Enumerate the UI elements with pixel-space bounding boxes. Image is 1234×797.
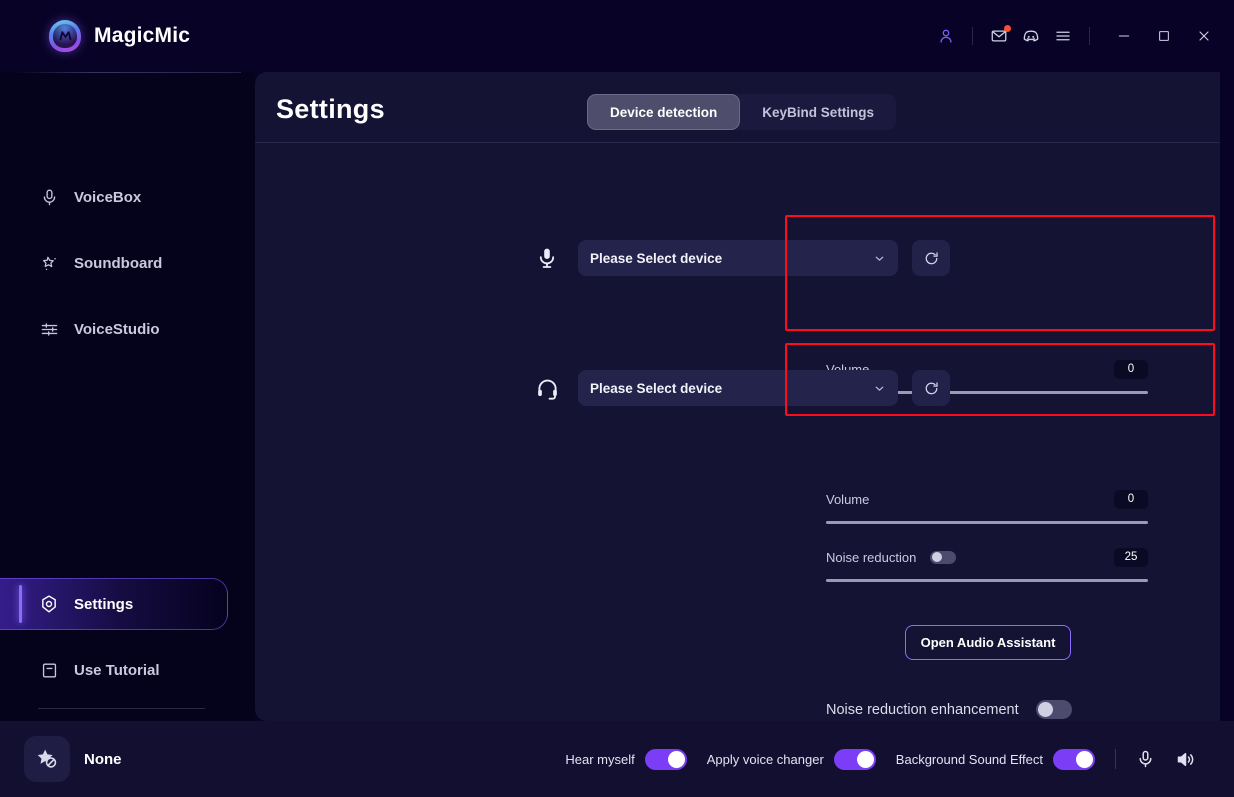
headphone-refresh-button[interactable] <box>912 370 950 406</box>
maximize-icon[interactable] <box>1148 20 1180 52</box>
hear-myself-label: Hear myself <box>565 752 634 767</box>
close-icon[interactable] <box>1188 20 1220 52</box>
person-icon[interactable] <box>930 20 962 52</box>
magicmic-logo-icon <box>49 20 81 52</box>
sidebar-item-settings[interactable]: Settings <box>0 578 228 630</box>
headphone-device-row: Please Select device <box>530 370 950 406</box>
titlebar-actions <box>930 20 1220 52</box>
hear-myself-toggle[interactable] <box>645 749 687 770</box>
toggle-knob <box>668 751 685 768</box>
book-icon <box>38 661 60 680</box>
microphone-device-select[interactable]: Please Select device <box>578 240 898 276</box>
gear-hex-icon <box>38 594 60 614</box>
microphone-device-value: Please Select device <box>590 251 722 266</box>
sidebar-item-label: VoiceStudio <box>74 321 160 338</box>
hamburger-menu-icon[interactable] <box>1047 20 1079 52</box>
sidebar: VoiceBox Soundboard <box>0 72 255 721</box>
settings-panel: Settings Device detection KeyBind Settin… <box>255 72 1220 721</box>
headphone-device-select[interactable]: Please Select device <box>578 370 898 406</box>
microphone-volume-value: 0 <box>1114 360 1148 379</box>
microphone-icon[interactable] <box>1130 744 1160 774</box>
background-sound-effect-control[interactable]: Background Sound Effect <box>896 749 1095 770</box>
apply-voice-changer-label: Apply voice changer <box>707 752 824 767</box>
settings-tabs: Device detection KeyBind Settings <box>587 94 896 130</box>
microphone-icon <box>38 188 60 207</box>
headphone-icon <box>530 371 564 405</box>
apply-voice-changer-control[interactable]: Apply voice changer <box>707 749 876 770</box>
sidebar-item-voicestudio[interactable]: VoiceStudio <box>0 306 255 352</box>
hear-myself-control[interactable]: Hear myself <box>565 749 686 770</box>
sidebar-divider <box>38 708 205 709</box>
settings-header: Settings Device detection KeyBind Settin… <box>255 72 1220 142</box>
microphone-icon <box>530 241 564 275</box>
sidebar-item-soundboard[interactable]: Soundboard <box>0 240 255 286</box>
noise-reduction-enhancement-toggle[interactable] <box>1036 700 1072 719</box>
noise-reduction-header: Noise reduction 25 <box>826 546 1148 568</box>
headphone-volume-slider-block: Volume 0 <box>826 488 1148 524</box>
microphone-device-row: Please Select device <box>530 240 950 276</box>
background-sound-effect-toggle[interactable] <box>1053 749 1095 770</box>
star-none-icon <box>24 736 70 782</box>
current-voice-name: None <box>84 751 122 768</box>
sidebar-item-voicebox[interactable]: VoiceBox <box>0 174 255 220</box>
sidebar-item-label: Use Tutorial <box>74 662 160 679</box>
magicmic-window: MagicMic <box>0 0 1234 797</box>
sidebar-item-use-tutorial[interactable]: Use Tutorial <box>0 647 255 693</box>
discord-icon[interactable] <box>1015 20 1047 52</box>
speaker-icon[interactable] <box>1170 744 1200 774</box>
toggle-knob <box>857 751 874 768</box>
sidebar-item-label: VoiceBox <box>74 189 141 206</box>
sidebar-top-divider <box>12 72 241 73</box>
current-voice-chip[interactable]: None <box>24 736 122 782</box>
noise-reduction-enhancement-label: Noise reduction enhancement <box>826 702 1019 718</box>
noise-reduction-toggle[interactable] <box>930 551 956 564</box>
noise-reduction-slider-block: Noise reduction 25 <box>826 546 1148 582</box>
titlebar-divider-2 <box>1089 27 1090 45</box>
sliders-icon <box>38 320 60 339</box>
background-sound-effect-label: Background Sound Effect <box>896 752 1043 767</box>
mail-icon[interactable] <box>983 20 1015 52</box>
microphone-refresh-button[interactable] <box>912 240 950 276</box>
headphone-volume-header: Volume 0 <box>826 488 1148 510</box>
mail-notification-badge <box>1004 25 1011 32</box>
tab-keybind-settings[interactable]: KeyBind Settings <box>740 94 896 130</box>
app-title: MagicMic <box>94 24 190 48</box>
settings-body: Please Select device Volume <box>255 142 1220 721</box>
app-brand: MagicMic <box>0 20 190 52</box>
noise-reduction-track[interactable] <box>826 579 1148 582</box>
sidebar-item-label: Settings <box>74 596 133 613</box>
toggle-knob <box>932 552 942 562</box>
minimize-icon[interactable] <box>1108 20 1140 52</box>
noise-reduction-value: 25 <box>1114 548 1148 567</box>
footer-divider <box>1115 749 1116 769</box>
tab-device-detection[interactable]: Device detection <box>587 94 740 130</box>
titlebar-divider-1 <box>972 27 973 45</box>
open-audio-assistant-button[interactable]: Open Audio Assistant <box>905 625 1071 660</box>
headphone-volume-label: Volume <box>826 492 869 507</box>
sidebar-item-label: Soundboard <box>74 255 162 272</box>
page-title: Settings <box>276 94 385 125</box>
chevron-down-icon <box>873 382 886 395</box>
headphone-volume-track[interactable] <box>826 521 1148 524</box>
noise-reduction-label: Noise reduction <box>826 550 916 565</box>
apply-voice-changer-toggle[interactable] <box>834 749 876 770</box>
footer-bar: None Hear myself Apply voice changer Bac… <box>0 721 1234 797</box>
window-body: VoiceBox Soundboard <box>0 72 1234 721</box>
headphone-device-value: Please Select device <box>590 381 722 396</box>
toggle-knob <box>1076 751 1093 768</box>
title-bar: MagicMic <box>0 0 1234 72</box>
headphone-volume-value: 0 <box>1114 490 1148 509</box>
noise-reduction-enhancement-row: Noise reduction enhancement <box>826 700 1072 719</box>
footer-controls: Hear myself Apply voice changer Backgrou… <box>565 744 1210 774</box>
sparkle-star-icon <box>38 254 60 273</box>
toggle-knob <box>1038 702 1053 717</box>
noise-reduction-left: Noise reduction <box>826 550 956 565</box>
chevron-down-icon <box>873 252 886 265</box>
